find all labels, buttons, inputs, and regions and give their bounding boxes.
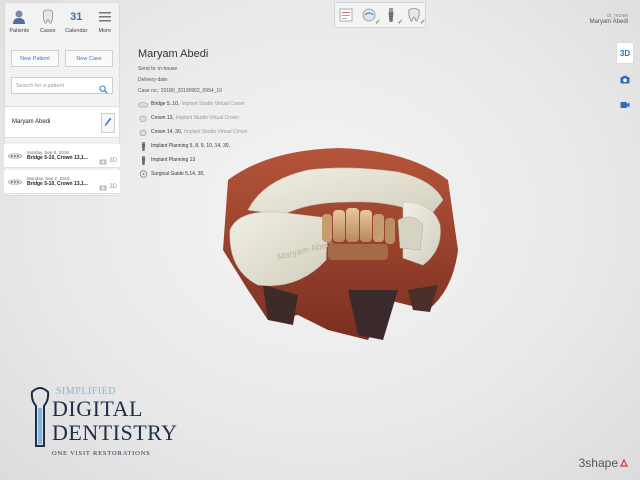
calendar-icon: 31 [68,9,84,25]
workflow-toolbar: ✓ ✓ ✓ [334,2,426,28]
cases-icon [40,9,56,25]
case-item-label: Crown 13, [151,115,174,121]
brand-logo: 3shape [579,456,628,470]
case-number: Case no.: 20180_20190902_0954_10 [138,88,222,94]
menu-icon [97,9,113,25]
case-thumbnail-icon [7,152,23,159]
check-icon: ✓ [397,19,404,26]
main-nav: Patients Cases 31 Calendar More [5,3,119,41]
brand-triangle-icon [620,459,628,467]
brand-name: 3shape [578,456,618,470]
action-buttons: New Patient New Case [5,41,119,67]
case-title: Bridge 5-10, Crown 13,1... [27,155,88,161]
case-item[interactable]: Crown 13, Implant Studio Virtual Crown [138,113,247,123]
case-item-sub: Implant Studio Virtual Crown [181,101,245,107]
nav-calendar[interactable]: 31 Calendar [62,3,91,41]
case-item-label: Crown 14, 30, [151,129,183,135]
case-row[interactable]: Monday, Sep 2, 2019 Bridge 5-10, Crown 1… [4,170,120,194]
case-item-sub: Implant Studio Virtual Crown [184,129,248,135]
search-input[interactable] [16,82,101,89]
case-item[interactable]: Bridge 5..10, Implant Studio Virtual Cro… [138,99,247,109]
view-3d-label: 3D [619,48,631,58]
logo-dentistry: DENTISTRY [52,420,178,445]
nav-more-label: More [98,28,112,34]
user-info[interactable]: dr_rezaei Maryam Abedi [590,13,628,25]
cases-list: Sunday, Sep 8, 2019 Bridge 5-10, Crown 1… [4,144,120,196]
logo-tagline: ONE VISIT RESTORATIONS [52,450,151,457]
logo-digital: DIGITAL [52,396,143,421]
case-item-label: Bridge 5..10, [151,101,180,107]
implant-icon [138,141,148,151]
case-3d-badge: 3D [109,184,117,190]
nav-calendar-label: Calendar [65,28,88,34]
patient-name: Maryam Abedi [12,119,51,125]
view-3d-button[interactable]: 3D [616,42,634,64]
delivery-date: Delivery date: [138,77,169,83]
nav-cases-label: Cases [39,28,56,34]
search-box [11,77,113,94]
implant-tool[interactable]: ✓ [382,6,404,26]
patients-icon [11,9,27,25]
case-thumbnail-icon [7,178,23,185]
case-title: Bridge 5-10, Crown 13,1... [27,181,88,187]
surgical-guide-icon [138,170,148,178]
tooth-logo-icon [30,387,50,447]
camera-icon [99,152,107,170]
nav-patients[interactable]: Patients [5,3,34,41]
case-item-label: Implant Planning 13 [151,157,196,163]
patient-card[interactable]: Maryam Abedi [4,106,120,138]
dental-3d-model[interactable]: Maryam Abedi [208,140,468,350]
case-patient-name: Maryam Abedi [138,48,209,60]
nav-cases[interactable]: Cases [34,3,63,41]
order-form-icon [339,8,353,22]
nav-more[interactable]: More [91,3,120,41]
nav-patients-label: Patients [9,28,30,34]
design-tool[interactable]: ✓ [405,6,426,26]
case-3d-badge: 3D [109,158,117,164]
simplified-digital-dentistry-logo: SIMPLIFIED DIGITAL DENTISTRY ONE VISIT R… [30,382,200,466]
new-case-button[interactable]: New Case [65,50,113,67]
implant-icon [138,155,148,165]
crown-icon [138,128,148,136]
search-icon[interactable] [99,81,108,99]
crown-icon [138,114,148,122]
camera-icon [99,178,107,196]
calendar-number: 31 [70,11,83,23]
check-icon: ✓ [374,19,381,26]
video-icon [620,102,630,108]
user-name: Maryam Abedi [589,19,628,25]
camera-icon [620,75,630,83]
order-form-tool[interactable] [337,6,355,24]
case-item-label: Surgical Guide 5,14, 30, [151,171,205,177]
pencil-icon [104,114,112,132]
scan-tool[interactable]: ✓ [360,6,381,26]
case-row[interactable]: Sunday, Sep 8, 2019 Bridge 5-10, Crown 1… [4,144,120,168]
check-icon: ✓ [419,19,426,26]
video-button[interactable] [616,94,634,116]
bridge-icon [138,100,148,108]
photo-button[interactable] [616,68,634,90]
case-item[interactable]: Crown 14, 30, Implant Studio Virtual Cro… [138,127,247,137]
send-to: Send to: in-house [138,66,178,72]
new-patient-button[interactable]: New Patient [11,50,59,67]
edit-patient-button[interactable] [101,113,115,133]
right-sidebar: 3D [616,42,634,120]
case-item-sub: Implant Studio Virtual Crown [175,115,240,121]
